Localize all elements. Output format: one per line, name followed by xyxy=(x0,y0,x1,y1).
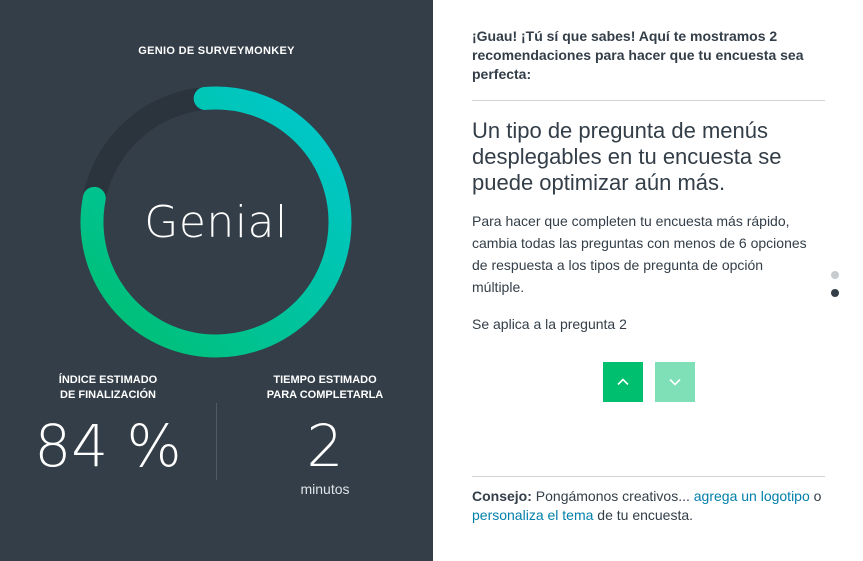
add-logo-link[interactable]: agrega un logotipo xyxy=(694,488,810,504)
pagination-dot-1[interactable] xyxy=(831,271,839,279)
recommendation-body: Para hacer que completen tu encuesta más… xyxy=(472,213,807,295)
chevron-up-icon xyxy=(617,378,629,386)
completion-time-value: 2 xyxy=(306,412,344,480)
genius-title: GENIO DE SURVEYMONKEY xyxy=(138,45,295,57)
divider-top xyxy=(472,100,825,101)
completion-time-label: TIEMPO ESTIMADO PARA COMPLETARLA xyxy=(266,374,384,401)
completion-time-metric: TIEMPO ESTIMADO PARA COMPLETARLA 2 minut… xyxy=(217,373,433,497)
previous-recommendation-button[interactable] xyxy=(603,362,643,402)
recommendations-intro: ¡Guau! ¡Tú sí que sabes! Aquí te mostram… xyxy=(472,28,804,82)
completion-time-unit: minutos xyxy=(300,481,350,497)
tip-text-3: de tu encuesta. xyxy=(593,507,694,523)
tip-text-1: Pongámonos creativos... xyxy=(531,488,694,504)
tip-label: Consejo: xyxy=(472,488,532,504)
divider-bottom xyxy=(472,476,825,477)
genius-rating: Genial xyxy=(144,196,288,248)
pagination-dot-2[interactable] xyxy=(831,289,839,297)
recommendations-panel: ¡Guau! ¡Tú sí que sabes! Aquí te mostram… xyxy=(433,0,863,561)
completion-rate-metric: ÍNDICE ESTIMADO DE FINALIZACIÓN 84 % xyxy=(0,373,216,479)
customize-theme-link[interactable]: personaliza el tema xyxy=(472,507,593,523)
survey-genius-panel: GENIO DE SURVEYMONKEY Genial ÍNDICE ESTI… xyxy=(0,0,433,561)
completion-rate-label: ÍNDICE ESTIMADO DE FINALIZACIÓN xyxy=(58,374,158,401)
tip: Consejo: Pongámonos creativos... agrega … xyxy=(472,487,822,525)
recommendation-title: Un tipo de pregunta de menús desplegable… xyxy=(472,118,782,195)
tip-text-2: o xyxy=(809,488,822,504)
completion-rate-value: 84 % xyxy=(34,412,182,480)
next-recommendation-button[interactable] xyxy=(655,362,695,402)
recommendation-applies-to: Se aplica a la pregunta 2 xyxy=(472,316,627,332)
chevron-down-icon xyxy=(669,378,681,386)
